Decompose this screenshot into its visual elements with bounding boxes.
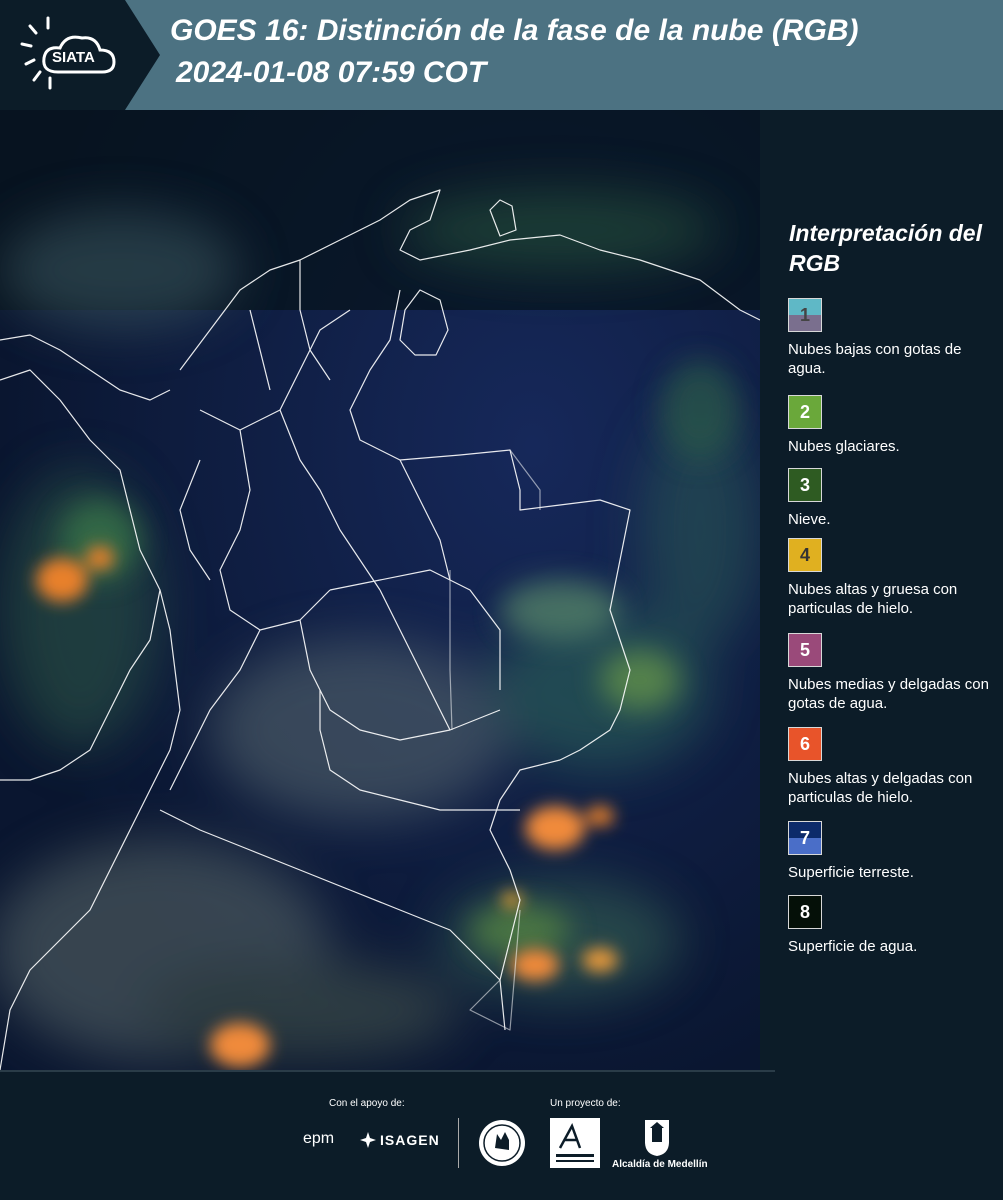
alcaldia-shield-icon [642,1118,672,1158]
area-metropolitana-logo [550,1118,600,1168]
alcaldia-shield-graphic [645,1120,669,1156]
legend-swatch-6: 6 [788,727,822,761]
area-logo-graphic [556,1122,594,1162]
alcaldia-label: Alcaldía de Medellín [612,1159,708,1170]
legend-swatch-4: 4 [788,538,822,572]
footer-divider [0,1070,775,1072]
legend-item-6: 6 Nubes altas y delgadas con particulas … [788,727,998,807]
legend-swatch-2: 2 [788,395,822,429]
satellite-map-graphic [0,110,760,1070]
legend-number-3: 3 [799,474,810,495]
legend-label-8: Superficie de agua. [788,938,918,955]
siata-logo: SIATA [0,0,160,110]
legend-label-7: Superficie terreste. [788,864,914,881]
legend-label-3: Nieve. [788,511,831,528]
legend-label-5: Nubes medias y delgadas con gotas de agu… [788,676,989,712]
legend-label-4: Nubes altas y gruesa con particulas de h… [788,581,958,617]
legend-item-7: 7 Superficie terreste. [788,821,998,882]
legend-number-1: 1 [799,304,810,325]
footer: Con el apoyo de: Un proyecto de: epm ISA… [0,1070,1003,1200]
footer-separator [458,1118,459,1168]
isagen-star-icon [360,1132,376,1148]
legend-item-8: 8 Superficie de agua. [788,895,998,956]
legend-label-2: Nubes glaciares. [788,438,900,455]
legend-item-1: 1 Nubes bajas con gotas de agua. [788,298,998,378]
legend-swatch-3: 3 [788,468,822,502]
project-label: Un proyecto de: [550,1098,621,1109]
seal-logo-graphic [479,1120,525,1166]
legend-swatch-1: 1 [788,298,822,332]
isagen-logo: ISAGEN [360,1132,440,1148]
legend-item-2: 2 Nubes glaciares. [788,395,998,456]
page-timestamp: 2024-01-08 07:59 COT [176,56,487,89]
legend-number-7: 7 [799,827,810,848]
legend-item-3: 3 Nieve. [788,468,998,529]
legend-panel: Interpretación del RGB 1 Nubes bajas con… [760,110,1003,1070]
siata-logo-text: SIATA [52,49,95,66]
isagen-logo-text: ISAGEN [380,1132,440,1148]
satellite-map [0,110,760,1070]
legend-swatch-8: 8 [788,895,822,929]
page-title: GOES 16: Distinción de la fase de la nub… [170,14,859,47]
legend-label-1: Nubes bajas con gotas de agua. [788,341,962,377]
epm-logo: epm [303,1130,335,1147]
legend-item-5: 5 Nubes medias y delgadas con gotas de a… [788,633,998,713]
legend-label-6: Nubes altas y delgadas con particulas de… [788,770,973,806]
legend-swatch-7: 7 [788,821,822,855]
seal-logo [477,1118,527,1173]
legend-title: Interpretación del RGB [789,220,982,276]
legend-item-4: 4 Nubes altas y gruesa con particulas de… [788,538,998,618]
siata-logo-graphic: SIATA [0,0,160,110]
legend-number-6: 6 [799,733,810,754]
header-banner: SIATA GOES 16: Distinción de la fase de … [0,0,1003,110]
legend-swatch-5: 5 [788,633,822,667]
legend-number-2: 2 [799,401,810,422]
legend-number-5: 5 [799,639,810,660]
legend-number-4: 4 [799,544,810,565]
support-label: Con el apoyo de: [329,1098,405,1109]
legend-number-8: 8 [799,901,810,922]
